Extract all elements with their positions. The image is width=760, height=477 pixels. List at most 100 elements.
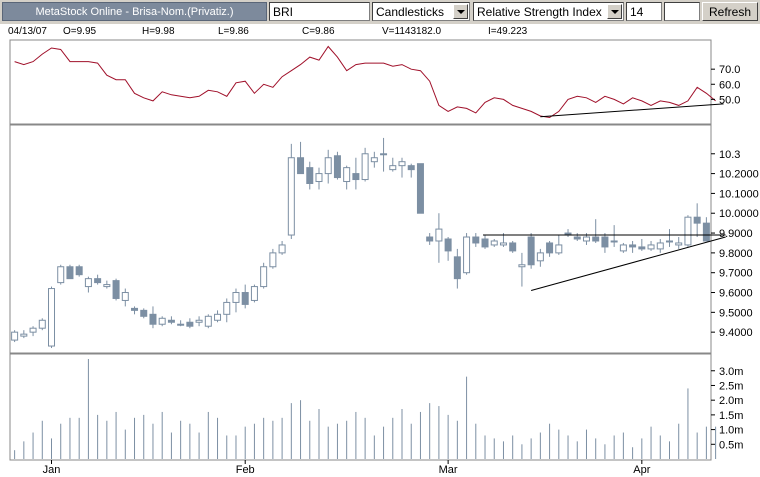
- candle-body: [398, 161, 406, 167]
- volume-tick-label: 0.5m: [719, 439, 743, 451]
- x-tick-label: Jan: [43, 464, 61, 476]
- candle-body: [453, 256, 461, 280]
- candle-body: [38, 319, 46, 329]
- x-tick-label: Feb: [236, 464, 255, 476]
- candle-body: [592, 236, 600, 242]
- price-tick-label: 9.6000: [719, 288, 753, 300]
- candle-body: [444, 238, 452, 252]
- volume-tick-label: 1.0m: [719, 425, 743, 437]
- candle-body: [140, 309, 148, 317]
- candle-body: [84, 278, 92, 288]
- candle-body: [260, 266, 268, 288]
- candle-body: [546, 242, 554, 254]
- candle-body: [149, 313, 157, 325]
- volume-tick-label: 3.0m: [719, 366, 743, 378]
- candle-body: [195, 319, 203, 323]
- candle-body: [656, 242, 664, 250]
- rsi-tick-label: 50.0: [719, 94, 740, 106]
- candle-body: [647, 244, 655, 250]
- rsi-panel: [9, 39, 712, 125]
- candle-body: [629, 244, 637, 248]
- candle-body: [675, 242, 683, 246]
- candle-body: [527, 236, 535, 266]
- candle-body: [582, 236, 590, 242]
- candle-body: [112, 280, 120, 299]
- stock-chart: 70.0 60.0 50.0 10.3 10.2000 10.1000 10.0000 9.9…: [9, 39, 759, 476]
- rsi-line: [14, 45, 716, 119]
- candle-body: [481, 238, 489, 248]
- price-tick-label: 10.1000: [719, 188, 759, 200]
- candle-body: [297, 157, 305, 175]
- candle-body: [499, 242, 507, 246]
- rsi-trendline: [540, 103, 724, 118]
- candle-body: [619, 244, 627, 252]
- candle-body: [158, 317, 166, 325]
- candle-body: [223, 301, 231, 315]
- candle-body: [490, 240, 498, 246]
- candle-body: [333, 155, 341, 179]
- candle-body: [380, 153, 388, 156]
- candle-body: [370, 157, 378, 163]
- volume-tick-label: 2.0m: [719, 395, 743, 407]
- candle-body: [131, 307, 139, 311]
- candle-body: [518, 264, 526, 268]
- candle-body: [324, 157, 332, 175]
- candle-body: [555, 244, 563, 254]
- candle-body: [29, 327, 37, 333]
- price-tick-label: 9.5000: [719, 307, 753, 319]
- candle-body: [269, 252, 277, 268]
- x-tick-label: Mar: [439, 464, 458, 476]
- candle-body: [103, 284, 111, 288]
- candle-body: [167, 319, 175, 323]
- candle-body: [48, 288, 56, 347]
- volume-tick-label: 1.5m: [719, 410, 743, 422]
- candle-body: [204, 315, 212, 327]
- candle-body: [693, 216, 701, 224]
- candle-body: [573, 236, 581, 240]
- candle-body: [361, 153, 369, 181]
- candle-body: [509, 242, 517, 252]
- candle-body: [426, 236, 434, 242]
- candle-body: [389, 165, 397, 171]
- price-tick-label: 10.2000: [719, 169, 759, 181]
- candle-body: [75, 266, 83, 276]
- volume-tick-label: 2.5m: [719, 380, 743, 392]
- candle-body: [536, 252, 544, 262]
- volume-panel: [9, 353, 712, 461]
- x-tick-label: Apr: [633, 464, 650, 476]
- rsi-tick-label: 60.0: [719, 79, 740, 91]
- candle-body: [601, 236, 609, 248]
- candle-body: [11, 331, 19, 341]
- candle-body: [287, 157, 295, 236]
- candle-body: [121, 292, 129, 301]
- rsi-tick-label: 70.0: [719, 64, 740, 76]
- candle-body: [278, 244, 286, 254]
- candle-body: [684, 216, 692, 246]
- candle-body: [94, 278, 102, 284]
- price-tick-label: 9.4000: [719, 327, 753, 339]
- candle-body: [472, 236, 480, 244]
- candle-body: [250, 286, 258, 301]
- candle-body: [232, 292, 240, 303]
- candle-body: [407, 165, 415, 171]
- candle-body: [435, 228, 443, 242]
- candle-body: [177, 323, 185, 326]
- candle-body: [315, 173, 323, 183]
- candle-body: [306, 167, 314, 184]
- candle-body: [665, 240, 673, 243]
- price-tick-label: 10.0000: [719, 208, 759, 220]
- candle-body: [610, 240, 618, 243]
- candle-body: [638, 246, 646, 250]
- candle-body: [343, 167, 351, 183]
- candle-body: [186, 321, 194, 327]
- candle-body: [416, 163, 424, 214]
- price-tick-label: 9.9000: [719, 228, 753, 240]
- price-tick-label: 9.7000: [719, 268, 753, 280]
- candle-body: [20, 333, 28, 337]
- candle-body: [241, 292, 249, 305]
- candle-body: [463, 236, 471, 274]
- candle-body: [214, 313, 222, 321]
- candle-body: [66, 266, 74, 280]
- candle-body: [352, 173, 360, 181]
- candle-body: [57, 266, 65, 284]
